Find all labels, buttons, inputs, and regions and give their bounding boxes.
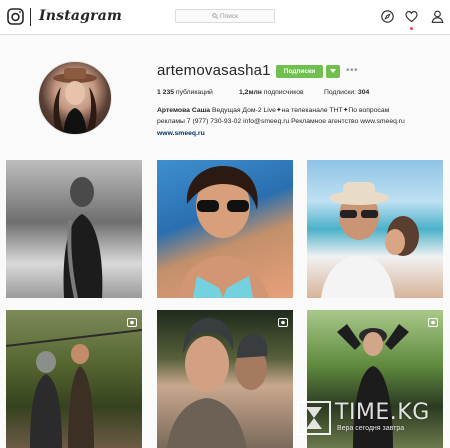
- post-image: [167, 318, 268, 448]
- profile-bio-line2: рекламы 7 (977) 730-93-02 info@smeeq.ru …: [157, 118, 405, 125]
- profile-website-link[interactable]: www.smeeq.ru: [157, 130, 205, 137]
- hourglass-logo-icon: [297, 401, 331, 435]
- watermark-subtitle: Вера сегодня завтра: [337, 425, 405, 432]
- site-watermark: TIME.KG Вера сегодня завтра: [297, 400, 445, 436]
- profile-full-name: Артемова Саша: [157, 107, 211, 114]
- heart-icon[interactable]: [405, 10, 418, 23]
- compass-icon[interactable]: [381, 10, 394, 23]
- post-thumbnail[interactable]: [307, 160, 443, 298]
- following-button[interactable]: Подписки: [276, 65, 323, 78]
- top-nav-bar: Instagram Поиск: [0, 0, 450, 35]
- suggestions-dropdown-button[interactable]: [326, 65, 340, 78]
- followers-count[interactable]: 1,2млн подписчиков: [239, 89, 304, 96]
- video-indicator-icon: [127, 318, 137, 327]
- post-image: [63, 177, 103, 298]
- search-icon: [212, 13, 218, 20]
- post-thumbnail[interactable]: [6, 160, 142, 298]
- post-thumbnail[interactable]: [157, 310, 293, 448]
- post-image: [321, 182, 419, 298]
- chevron-down-icon: [330, 69, 336, 73]
- more-options-button[interactable]: •••: [346, 66, 358, 76]
- watermark-title: TIME.KG: [335, 400, 430, 425]
- notification-dot: [410, 27, 413, 30]
- following-count[interactable]: Подписки: 304: [324, 89, 369, 96]
- search-placeholder: Поиск: [219, 13, 238, 20]
- person-icon[interactable]: [431, 10, 444, 23]
- posts-count[interactable]: 1 235 публикаций: [157, 89, 213, 96]
- profile-avatar[interactable]: [38, 61, 112, 135]
- post-thumbnail[interactable]: [6, 310, 142, 448]
- instagram-glyph-icon[interactable]: [7, 8, 24, 25]
- avatar-portrait-graphic: [53, 68, 97, 134]
- profile-username: artemovasasha1: [157, 62, 271, 79]
- post-thumbnail[interactable]: [157, 160, 293, 298]
- profile-bio-line1: Артемова Саша Ведущая Дом-2 Live✦на теле…: [157, 107, 390, 114]
- video-indicator-icon: [278, 318, 288, 327]
- video-indicator-icon: [428, 318, 438, 327]
- post-image: [177, 166, 269, 298]
- search-input[interactable]: Поиск: [175, 9, 275, 23]
- logo-divider: [30, 8, 31, 26]
- instagram-wordmark[interactable]: Instagram: [39, 7, 122, 25]
- post-image: [6, 329, 142, 448]
